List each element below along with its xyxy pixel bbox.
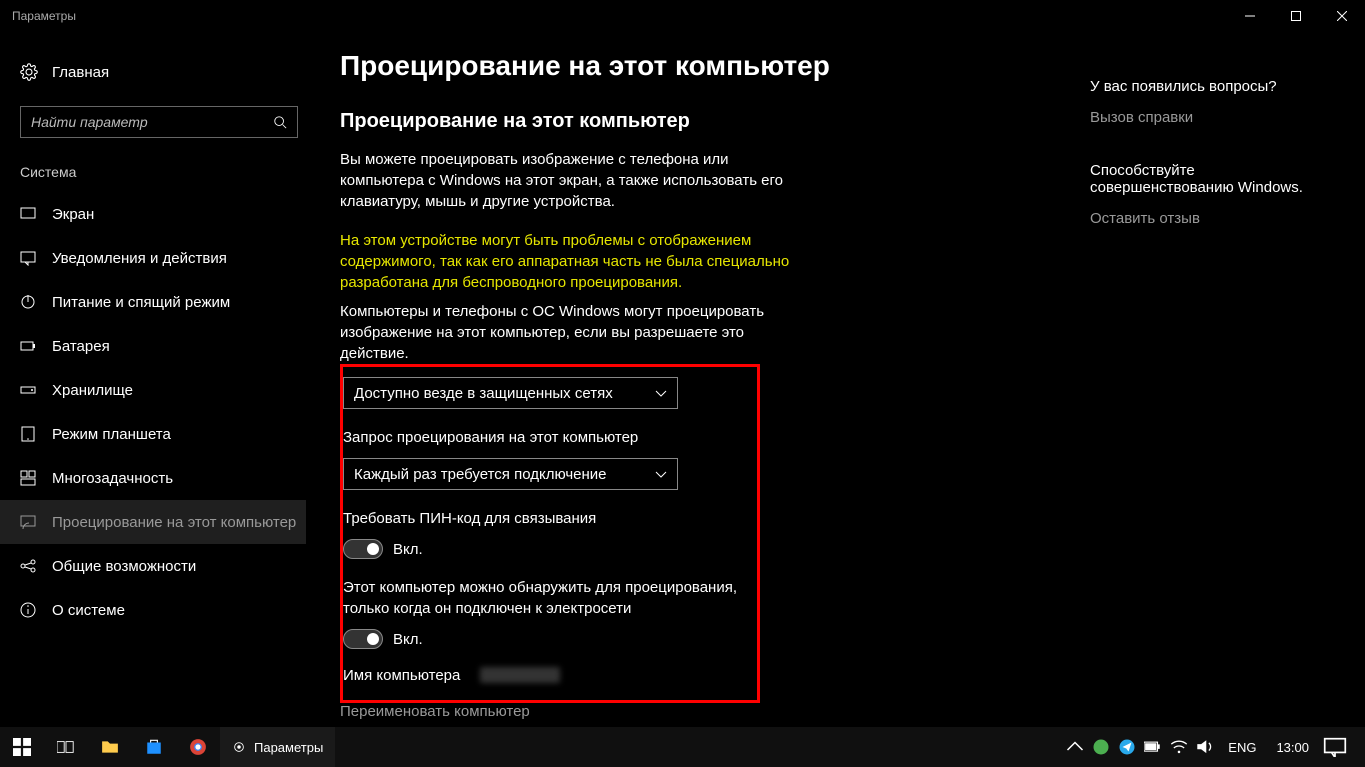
warning-text: На этом устройстве могут быть проблемы с… xyxy=(340,230,800,293)
project-icon xyxy=(20,514,36,530)
tray-battery-icon[interactable] xyxy=(1144,738,1162,756)
close-button[interactable] xyxy=(1319,0,1365,32)
sidebar-item-tablet[interactable]: Режим планшета xyxy=(0,412,306,456)
windows-icon xyxy=(13,738,31,756)
chrome-button[interactable] xyxy=(176,727,220,767)
chevron-down-icon xyxy=(655,468,667,480)
tray-wifi-icon[interactable] xyxy=(1170,738,1188,756)
tray-overflow-button[interactable] xyxy=(1066,738,1084,756)
taskbar: Параметры ENG 13:00 xyxy=(0,727,1365,767)
sidebar-item-label: Батарея xyxy=(52,338,110,355)
power-icon xyxy=(20,294,36,310)
notify-icon xyxy=(20,250,36,266)
pc-name-value-redacted xyxy=(480,667,560,683)
start-button[interactable] xyxy=(0,727,44,767)
sidebar-item-label: Уведомления и действия xyxy=(52,250,227,267)
sidebar-item-label: Режим планшета xyxy=(52,426,171,443)
sidebar-item-display[interactable]: Экран xyxy=(0,192,306,236)
home-button[interactable]: Главная xyxy=(20,52,310,92)
allow-label: Компьютеры и телефоны с ОС Windows могут… xyxy=(340,301,800,364)
intro-text: Вы можете проецировать изображение с тел… xyxy=(340,149,800,212)
tray-telegram-icon[interactable] xyxy=(1118,738,1136,756)
sidebar-item-notifications[interactable]: Уведомления и действия xyxy=(0,236,306,280)
chrome-icon xyxy=(189,738,207,756)
home-label: Главная xyxy=(52,64,109,81)
feedback-heading: Способствуйте совершенствованию Windows. xyxy=(1090,162,1310,196)
ask-label: Запрос проецирования на этот компьютер xyxy=(343,427,743,448)
tablet-icon xyxy=(20,426,36,442)
pin-toggle-state: Вкл. xyxy=(393,541,423,558)
pc-name-label: Имя компьютера xyxy=(343,667,460,684)
dropdown-value: Каждый раз требуется подключение xyxy=(354,466,607,483)
sidebar-item-label: Экран xyxy=(52,206,94,223)
window-controls xyxy=(1227,0,1365,32)
show-desktop-button[interactable] xyxy=(1355,727,1361,767)
explorer-button[interactable] xyxy=(88,727,132,767)
pin-toggle[interactable] xyxy=(343,539,383,559)
ask-dropdown[interactable]: Каждый раз требуется подключение xyxy=(343,458,678,490)
window-title: Параметры xyxy=(12,9,76,23)
content-main: Проецирование на этот компьютер Проециро… xyxy=(340,50,1040,727)
sidebar: Главная Система Экран Уведомления и дейс… xyxy=(0,32,310,727)
right-panel: У вас появились вопросы? Вызов справки С… xyxy=(1090,50,1310,727)
gear-icon xyxy=(20,63,38,81)
tray-language[interactable]: ENG xyxy=(1222,740,1262,755)
sidebar-item-battery[interactable]: Батарея xyxy=(0,324,306,368)
sidebar-item-label: Хранилище xyxy=(52,382,133,399)
gear-icon xyxy=(232,740,246,754)
highlight-box: Доступно везде в защищенных сетях Запрос… xyxy=(340,364,760,703)
sidebar-item-label: Многозадачность xyxy=(52,470,173,487)
storage-icon xyxy=(20,382,36,398)
sidebar-item-label: Питание и спящий режим xyxy=(52,294,230,311)
sidebar-item-shared[interactable]: Общие возможности xyxy=(0,544,306,588)
dropdown-value: Доступно везде в защищенных сетях xyxy=(354,385,613,402)
search-input[interactable] xyxy=(31,114,271,130)
taskview-button[interactable] xyxy=(44,727,88,767)
about-icon xyxy=(20,602,36,618)
sidebar-item-label: Общие возможности xyxy=(52,558,196,575)
taskview-icon xyxy=(57,738,75,756)
tray-app-icon[interactable] xyxy=(1092,738,1110,756)
page-title: Проецирование на этот компьютер xyxy=(340,50,1040,82)
chevron-down-icon xyxy=(655,387,667,399)
titlebar: Параметры xyxy=(0,0,1365,32)
sidebar-item-projecting[interactable]: Проецирование на этот компьютер xyxy=(0,500,306,544)
maximize-button[interactable] xyxy=(1273,0,1319,32)
help-heading: У вас появились вопросы? xyxy=(1090,78,1310,95)
taskbar-app-label: Параметры xyxy=(254,740,323,755)
rename-pc-link[interactable]: Переименовать компьютер xyxy=(340,703,1040,720)
power-toggle[interactable] xyxy=(343,629,383,649)
sidebar-item-multitasking[interactable]: Многозадачность xyxy=(0,456,306,500)
tray-volume-icon[interactable] xyxy=(1196,738,1214,756)
sidebar-item-about[interactable]: О системе xyxy=(0,588,306,632)
store-icon xyxy=(145,738,163,756)
tray-clock[interactable]: 13:00 xyxy=(1270,740,1315,755)
sidebar-item-storage[interactable]: Хранилище xyxy=(0,368,306,412)
page-subheading: Проецирование на этот компьютер xyxy=(340,110,1040,133)
pc-name-row: Имя компьютера xyxy=(343,667,757,684)
search-input-wrapper[interactable] xyxy=(20,106,298,138)
battery-icon xyxy=(20,338,36,354)
help-link[interactable]: Вызов справки xyxy=(1090,109,1310,126)
availability-dropdown[interactable]: Доступно везде в защищенных сетях xyxy=(343,377,678,409)
chevron-up-icon xyxy=(1066,738,1084,756)
search-icon xyxy=(273,115,287,129)
pin-label: Требовать ПИН-код для связывания xyxy=(343,508,743,529)
sidebar-item-label: О системе xyxy=(52,602,125,619)
minimize-button[interactable] xyxy=(1227,0,1273,32)
sidebar-item-label: Проецирование на этот компьютер xyxy=(52,514,296,531)
sidebar-section-title: Система xyxy=(20,164,310,180)
tray-action-center[interactable] xyxy=(1323,738,1347,756)
folder-icon xyxy=(101,738,119,756)
power-toggle-state: Вкл. xyxy=(393,631,423,648)
feedback-link[interactable]: Оставить отзыв xyxy=(1090,210,1310,227)
settings-taskbar-button[interactable]: Параметры xyxy=(220,727,335,767)
store-button[interactable] xyxy=(132,727,176,767)
display-icon xyxy=(20,206,36,222)
sidebar-item-power[interactable]: Питание и спящий режим xyxy=(0,280,306,324)
multitask-icon xyxy=(20,470,36,486)
shared-icon xyxy=(20,558,36,574)
power-label: Этот компьютер можно обнаружить для прое… xyxy=(343,577,743,619)
